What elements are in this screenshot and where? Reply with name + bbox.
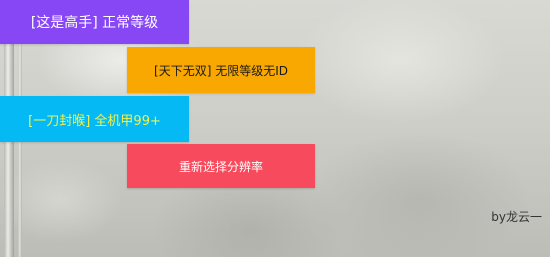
reselect-resolution-button[interactable]: 重新选择分辨率 <box>127 144 315 188</box>
unlimited-level-button[interactable]: [天下无双] 无限等级无ID <box>127 47 315 93</box>
unlimited-level-label: [天下无双] 无限等级无ID <box>154 63 288 78</box>
full-armor-label: [一刀封喉] 全机甲99+ <box>28 113 161 129</box>
author-credit: by龙云一 <box>491 210 542 224</box>
full-armor-button[interactable]: [一刀封喉] 全机甲99+ <box>0 96 189 142</box>
reselect-resolution-label: 重新选择分辨率 <box>178 159 263 174</box>
normal-level-button[interactable]: [这是高手] 正常等级 <box>0 0 189 44</box>
normal-level-label: [这是高手] 正常等级 <box>30 15 159 31</box>
